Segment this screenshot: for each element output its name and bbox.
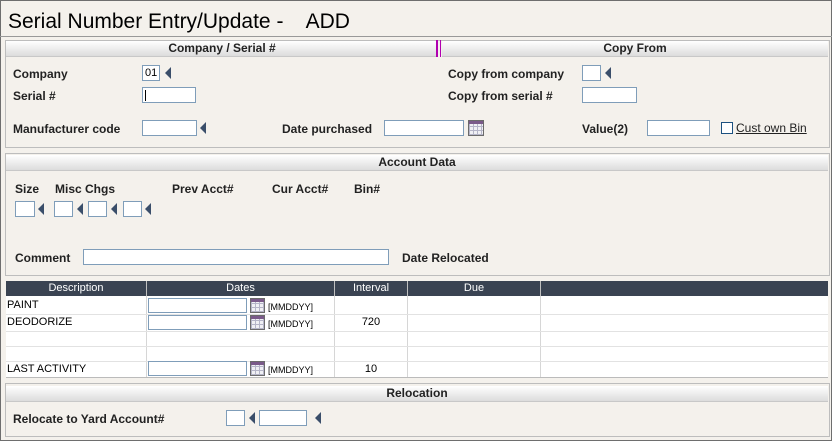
value-label: Value(2) (582, 122, 629, 136)
misc-chgs-lookup-arrow-1[interactable] (77, 203, 83, 215)
header-splitter-shadow (440, 40, 441, 57)
prev-acct-label: Prev Acct# (172, 182, 234, 196)
relocation-header: Relocation (6, 386, 828, 402)
relocate-yard-label: Relocate to Yard Account# (13, 412, 165, 426)
copy-from-company-label: Copy from company (448, 67, 565, 81)
row-interval: 10 (364, 363, 378, 375)
company-serial-header: Company / Serial # (6, 41, 438, 57)
title-divider (0, 36, 832, 37)
table-row-description[interactable]: DEODORIZE (7, 316, 72, 328)
bin-label: Bin# (354, 182, 381, 196)
size-input[interactable] (15, 201, 35, 217)
manufacturer-lookup-arrow[interactable] (200, 122, 206, 134)
schedule-grid: PAINT [MMDDYY] DEODORIZE [MMDDYY] 720 LA… (6, 296, 828, 378)
col-interval-header[interactable]: Interval (335, 281, 408, 296)
company-lookup-arrow[interactable] (165, 67, 171, 79)
manufacturer-code-input[interactable] (142, 120, 197, 136)
copy-from-serial-input[interactable] (582, 87, 637, 103)
date-purchased-label: Date purchased (282, 122, 373, 136)
row-date-input[interactable] (148, 315, 247, 330)
col-due-header[interactable]: Due (408, 281, 541, 296)
calendar-icon[interactable] (250, 298, 265, 313)
relocate-yard-input-2[interactable] (259, 410, 307, 426)
copy-company-lookup-arrow[interactable] (605, 67, 611, 79)
row-date-input[interactable] (148, 298, 247, 313)
serial-label: Serial # (13, 89, 56, 103)
date-format-hint: [MMDDYY] (268, 302, 313, 312)
date-purchased-input[interactable] (384, 120, 464, 136)
date-format-hint: [MMDDYY] (268, 365, 313, 375)
size-lookup-arrow[interactable] (38, 203, 44, 215)
copy-from-serial-label: Copy from serial # (448, 89, 553, 103)
row-interval: 720 (361, 316, 381, 328)
comment-input[interactable] (83, 249, 389, 265)
comment-label: Comment (15, 251, 71, 265)
relocate-yard-lookup-arrow-2[interactable] (315, 412, 321, 424)
copy-from-header: Copy From (442, 41, 828, 57)
misc-chgs-label: Misc Chgs (55, 182, 116, 196)
misc-chgs-input-3[interactable] (123, 201, 142, 217)
cur-acct-label: Cur Acct# (272, 182, 329, 196)
row-date-input[interactable] (148, 361, 247, 376)
value-input[interactable] (647, 120, 710, 136)
misc-chgs-input-2[interactable] (88, 201, 107, 217)
company-input[interactable]: 01 (142, 65, 160, 81)
size-label: Size (15, 182, 40, 196)
date-relocated-label: Date Relocated (402, 251, 489, 265)
col-description-header[interactable]: Description (6, 281, 147, 296)
calendar-icon[interactable] (250, 361, 265, 376)
manufacturer-code-label: Manufacturer code (13, 122, 121, 136)
serial-input[interactable] (142, 87, 196, 103)
account-data-header: Account Data (6, 155, 828, 171)
relocate-yard-lookup-arrow-1[interactable] (249, 412, 255, 424)
calendar-icon[interactable] (250, 315, 265, 330)
misc-chgs-input-1[interactable] (54, 201, 73, 217)
schedule-grid-header: Description Dates Interval Due (6, 281, 828, 296)
misc-chgs-lookup-arrow-3[interactable] (145, 203, 151, 215)
copy-from-company-input[interactable] (582, 65, 601, 81)
text-cursor (145, 90, 146, 101)
cust-own-bin-checkbox[interactable] (721, 122, 733, 134)
calendar-icon[interactable] (468, 120, 484, 136)
table-row-description[interactable]: LAST ACTIVITY (7, 363, 86, 375)
table-row-description[interactable]: PAINT (7, 299, 39, 311)
cust-own-bin-label[interactable]: Cust own Bin (736, 121, 807, 135)
window-title: Serial Number Entry/Update - ADD (8, 10, 350, 33)
header-splitter[interactable] (436, 40, 438, 57)
company-label: Company (13, 67, 68, 81)
date-format-hint: [MMDDYY] (268, 319, 313, 329)
relocate-yard-input-1[interactable] (226, 410, 245, 426)
misc-chgs-lookup-arrow-2[interactable] (111, 203, 117, 215)
col-dates-header[interactable]: Dates (147, 281, 335, 296)
